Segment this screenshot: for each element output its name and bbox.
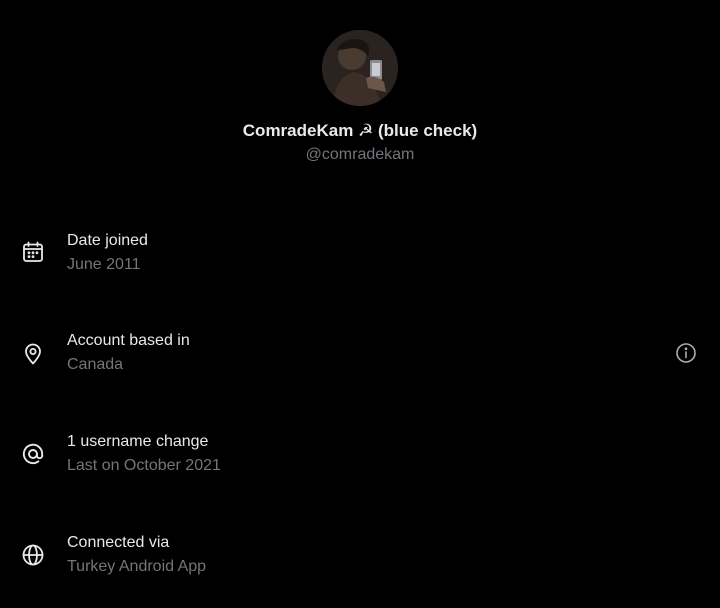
location-pin-icon (21, 342, 45, 366)
account-based-in-row: Account based in Canada (0, 331, 720, 391)
connected-via-row: Connected via Turkey Android App (0, 533, 720, 593)
display-name: ComradeKam ☭ (blue check) (242, 121, 478, 140)
account-based-in-label: Account based in (67, 332, 190, 349)
calendar-icon (21, 240, 45, 264)
username-handle: @comradekam (305, 146, 415, 163)
date-joined-value: June 2011 (67, 256, 141, 273)
date-joined-label: Date joined (67, 232, 148, 249)
connected-via-label: Connected via (67, 534, 170, 551)
username-change-value: Last on October 2021 (67, 457, 221, 474)
avatar[interactable] (322, 30, 398, 106)
connected-via-value: Turkey Android App (67, 558, 207, 575)
at-sign-icon (21, 442, 45, 466)
date-joined-row: Date joined June 2011 (0, 231, 720, 291)
globe-icon (21, 543, 45, 567)
account-based-in-value: Canada (67, 356, 124, 373)
info-icon[interactable] (675, 342, 697, 364)
username-change-row: 1 username change Last on October 2021 (0, 432, 720, 492)
username-change-label: 1 username change (67, 433, 209, 450)
profile-header: ComradeKam ☭ (blue check) @comradekam (0, 30, 720, 165)
